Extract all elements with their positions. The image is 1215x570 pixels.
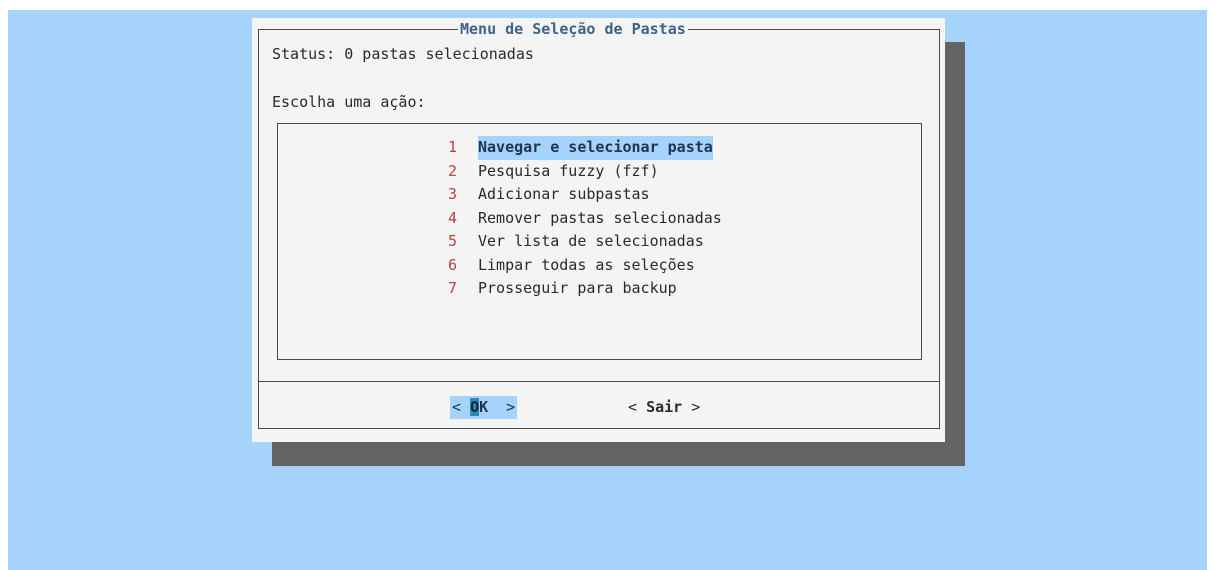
menu-item-clear-selections[interactable]: 6 Limpar todas as seleções [448,254,722,278]
menu-item-label: Pesquisa fuzzy (fzf) [478,161,659,180]
exit-button[interactable]: < Sair > [628,396,700,419]
menu-item-navigate[interactable]: 1 Navegar e selecionar pasta [448,136,722,160]
menu-item-number: 1 [448,138,458,156]
menu-item-label: Navegar e selecionar pasta [478,136,713,160]
button-separator [259,381,939,382]
menu-item-fuzzy-search[interactable]: 2 Pesquisa fuzzy (fzf) [448,160,722,184]
menu-item-number: 7 [448,279,458,297]
status-text: Status: 0 pastas selecionadas [272,45,534,63]
exit-button-left-bracket: < [628,398,647,416]
ok-button-left-bracket: < [452,398,471,416]
exit-button-right-bracket: > [682,398,701,416]
menu-item-number: 6 [448,255,458,274]
menu-item-number: 3 [448,185,458,203]
menu-item-remove-selected[interactable]: 4 Remover pastas selecionadas [448,207,722,231]
menu-item-label: Prosseguir para backup [478,279,677,297]
ok-button[interactable]: < OK > [450,396,518,419]
menu-item-number: 4 [448,208,458,227]
menu-item-label: Adicionar subpastas [478,185,650,203]
menu-item-label: Limpar todas as seleções [478,255,695,274]
menu-dialog: Menu de Seleção de Pastas Status: 0 past… [252,18,945,442]
ok-button-hotkey: O [470,398,480,416]
menu-item-view-list[interactable]: 5 Ver lista de selecionadas [448,230,722,254]
dialog-title: Menu de Seleção de Pastas [458,19,688,39]
menu-item-number: 2 [448,161,458,180]
action-prompt: Escolha uma ação: [272,93,426,111]
exit-button-label: Sair [646,398,683,416]
menu-item-proceed-backup[interactable]: 7 Prosseguir para backup [448,277,722,301]
ok-button-right-bracket: > [488,398,516,416]
ok-button-label-rest: K [479,398,489,416]
menu-list: 1 Navegar e selecionar pasta 2 Pesquisa … [448,136,722,301]
menu-item-add-subfolders[interactable]: 3 Adicionar subpastas [448,183,722,207]
menu-item-label: Ver lista de selecionadas [478,232,704,250]
menu-item-label: Remover pastas selecionadas [478,208,722,227]
menu-item-number: 5 [448,232,458,250]
